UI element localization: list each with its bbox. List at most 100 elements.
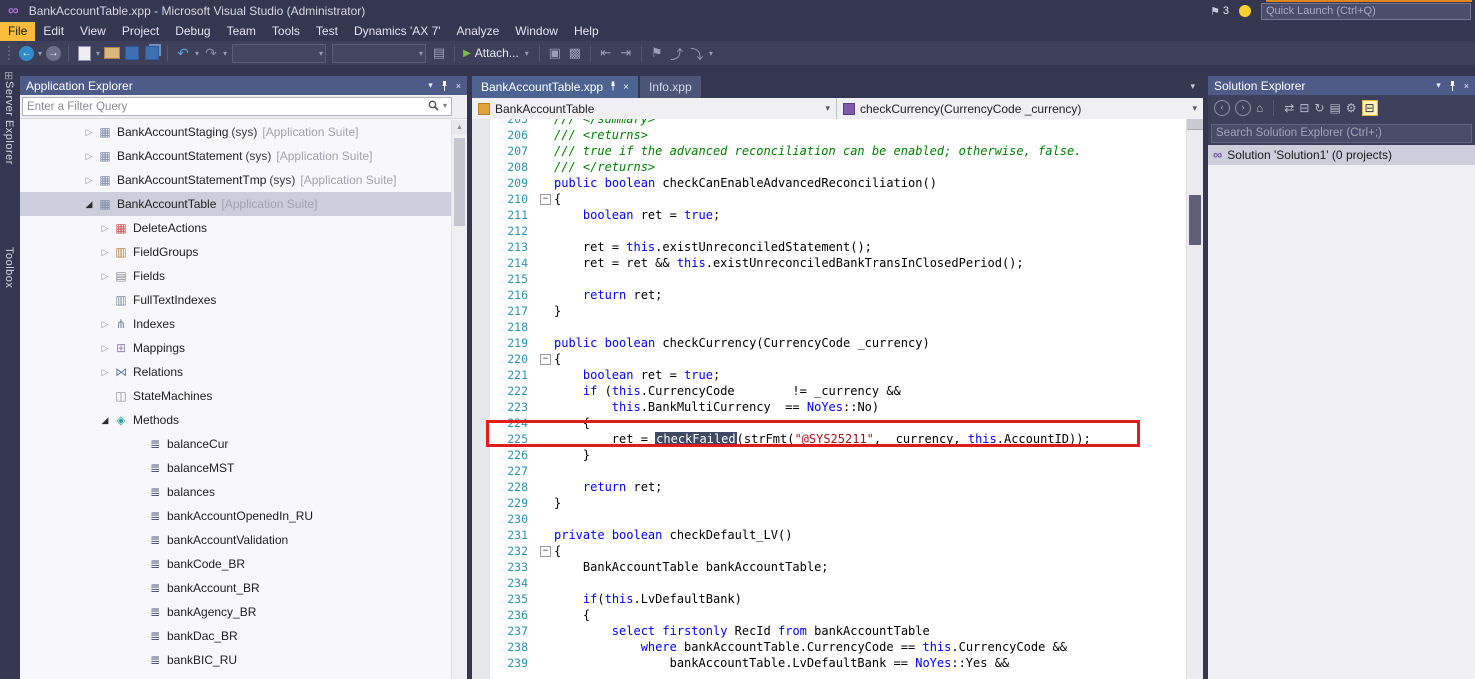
menu-team[interactable]: Team bbox=[219, 22, 264, 41]
tree-item-bankcode-br[interactable]: ≣bankCode_BR bbox=[20, 552, 452, 576]
home-icon[interactable]: ⌂ bbox=[1256, 101, 1263, 115]
fold-collapse-icon[interactable]: − bbox=[537, 191, 554, 207]
expanded-expander-icon[interactable]: ◢ bbox=[82, 199, 96, 210]
code-line-217[interactable]: 217} bbox=[490, 303, 1187, 319]
code-line-208[interactable]: 208/// </returns> bbox=[490, 159, 1187, 175]
tree-item-bankbic-ru[interactable]: ≣bankBIC_RU bbox=[20, 648, 452, 672]
outdent-icon[interactable]: ⇤ bbox=[597, 44, 615, 62]
attach-button[interactable]: ▶ Attach... ▾ bbox=[463, 46, 531, 60]
breakpoint-window-icon[interactable]: ▣ bbox=[546, 44, 564, 62]
code-line-212[interactable]: 212 bbox=[490, 223, 1187, 239]
menu-project[interactable]: Project bbox=[114, 22, 167, 41]
next-bookmark-icon[interactable]: ⤵ bbox=[688, 44, 706, 62]
code-line-219[interactable]: 219public boolean checkCurrency(Currency… bbox=[490, 335, 1187, 351]
code-line-209[interactable]: 209public boolean checkCanEnableAdvanced… bbox=[490, 175, 1187, 191]
tree-item-fieldgroups[interactable]: ▷▥FieldGroups bbox=[20, 240, 452, 264]
preview-selected-items-icon[interactable]: ⊟ bbox=[1362, 100, 1378, 116]
code-line-235[interactable]: 235 if(this.LvDefaultBank) bbox=[490, 591, 1187, 607]
navigate-backward-icon[interactable]: ← bbox=[19, 46, 34, 61]
immediate-window-icon[interactable]: ▩ bbox=[566, 44, 584, 62]
menu-tools[interactable]: Tools bbox=[264, 22, 308, 41]
code-line-232[interactable]: 232−{ bbox=[490, 543, 1187, 559]
window-position-icon[interactable]: ▾ bbox=[428, 80, 433, 91]
close-icon[interactable]: × bbox=[623, 82, 629, 93]
menu-dynamics-ax-7[interactable]: Dynamics 'AX 7' bbox=[346, 22, 449, 41]
debug-target-combo[interactable]: ▾ bbox=[232, 44, 326, 63]
undo-dropdown-icon[interactable]: ▾ bbox=[195, 49, 199, 58]
redo-dropdown-icon[interactable]: ▾ bbox=[223, 49, 227, 58]
pin-icon[interactable] bbox=[609, 80, 617, 94]
tab-info-xpp[interactable]: Info.xpp bbox=[640, 76, 701, 98]
scrollbar-thumb[interactable] bbox=[1189, 195, 1201, 245]
tree-scrollbar[interactable]: ▲ bbox=[451, 120, 467, 679]
navigate-forward-icon[interactable]: → bbox=[46, 46, 61, 61]
solution-search-input[interactable] bbox=[1211, 124, 1472, 143]
collapsed-expander-icon[interactable]: ▷ bbox=[98, 247, 112, 258]
bookmark-icon[interactable]: ⚑ bbox=[648, 44, 666, 62]
editor-scrollbar[interactable] bbox=[1186, 119, 1203, 679]
search-icon[interactable]: ▾ bbox=[428, 100, 449, 111]
collapsed-expander-icon[interactable]: ▷ bbox=[98, 223, 112, 234]
navigate-backward-dropdown-icon[interactable]: ▾ bbox=[38, 49, 42, 58]
code-line-214[interactable]: 214 ret = ret && this.existUnreconciledB… bbox=[490, 255, 1187, 271]
collapsed-expander-icon[interactable]: ▷ bbox=[82, 127, 96, 138]
code-line-226[interactable]: 226 } bbox=[490, 447, 1187, 463]
tree-item-fulltextindexes[interactable]: ▥FullTextIndexes bbox=[20, 288, 452, 312]
collapsed-expander-icon[interactable]: ▷ bbox=[98, 343, 112, 354]
show-all-files-icon[interactable]: ▤ bbox=[1329, 101, 1340, 115]
tree-item-balancemst[interactable]: ≣balanceMST bbox=[20, 456, 452, 480]
close-icon[interactable]: × bbox=[456, 81, 461, 91]
code-line-206[interactable]: 206/// <returns> bbox=[490, 127, 1187, 143]
tree-item-balances[interactable]: ≣balances bbox=[20, 480, 452, 504]
tree-item-statemachines[interactable]: ◫StateMachines bbox=[20, 384, 452, 408]
code-line-205[interactable]: 205/// </summary> bbox=[490, 119, 1187, 127]
tree-item-bankaccounttable[interactable]: ◢▦BankAccountTable[Application Suite] bbox=[20, 192, 452, 216]
code-line-216[interactable]: 216 return ret; bbox=[490, 287, 1187, 303]
tree-item-bankagency-br[interactable]: ≣bankAgency_BR bbox=[20, 600, 452, 624]
tree-item-bankaccountopenedin-ru[interactable]: ≣bankAccountOpenedIn_RU bbox=[20, 504, 452, 528]
collapsed-expander-icon[interactable]: ▷ bbox=[82, 175, 96, 186]
tree-item-bankdac-br[interactable]: ≣bankDac_BR bbox=[20, 624, 452, 648]
tree-item-bankaccountvalidation[interactable]: ≣bankAccountValidation bbox=[20, 528, 452, 552]
expanded-expander-icon[interactable]: ◢ bbox=[98, 415, 112, 426]
collapsed-expander-icon[interactable]: ▷ bbox=[98, 271, 112, 282]
code-line-207[interactable]: 207/// true if the advanced reconciliati… bbox=[490, 143, 1187, 159]
menu-help[interactable]: Help bbox=[566, 22, 607, 41]
code-line-236[interactable]: 236 { bbox=[490, 607, 1187, 623]
undo-icon[interactable]: ↶ bbox=[174, 44, 192, 62]
new-file-dropdown-icon[interactable]: ▾ bbox=[96, 49, 100, 58]
tree-item-bankaccountstatementtmp[interactable]: ▷▦BankAccountStatementTmp(sys)[Applicati… bbox=[20, 168, 452, 192]
code-line-227[interactable]: 227 bbox=[490, 463, 1187, 479]
collapsed-expander-icon[interactable]: ▷ bbox=[98, 319, 112, 330]
fold-collapse-icon[interactable]: − bbox=[537, 543, 554, 559]
quick-launch-input[interactable] bbox=[1261, 3, 1471, 20]
save-all-icon[interactable] bbox=[143, 44, 161, 62]
redo-icon[interactable]: ↷ bbox=[202, 44, 220, 62]
toolbar-grip[interactable] bbox=[8, 46, 13, 60]
breakpoint-margin[interactable] bbox=[472, 119, 490, 679]
tree-item-balancecur[interactable]: ≣balanceCur bbox=[20, 432, 452, 456]
fold-collapse-icon[interactable]: − bbox=[537, 351, 554, 367]
tab-list-dropdown-icon[interactable]: ▾ bbox=[1190, 81, 1195, 92]
sidebar-tab-server-explorer[interactable]: Server Explorer bbox=[3, 81, 15, 165]
new-file-icon[interactable] bbox=[75, 44, 93, 62]
tree-item-bankaccount-br[interactable]: ≣bankAccount_BR bbox=[20, 576, 452, 600]
code-line-210[interactable]: 210−{ bbox=[490, 191, 1187, 207]
toolbar-overflow-icon[interactable]: ▾ bbox=[709, 49, 713, 58]
tree-item-mappings[interactable]: ▷⊞Mappings bbox=[20, 336, 452, 360]
close-icon[interactable]: × bbox=[1464, 81, 1469, 91]
window-position-icon[interactable]: ▾ bbox=[1436, 80, 1441, 91]
pin-icon[interactable] bbox=[1448, 81, 1457, 91]
navigate-back-icon[interactable]: ‹ bbox=[1214, 100, 1230, 116]
code-line-220[interactable]: 220−{ bbox=[490, 351, 1187, 367]
solution-configuration-combo[interactable]: ▾ bbox=[332, 44, 426, 63]
tree-item-relations[interactable]: ▷⋈Relations bbox=[20, 360, 452, 384]
code-line-231[interactable]: 231private boolean checkDefault_LV() bbox=[490, 527, 1187, 543]
attach-dropdown-icon[interactable]: ▾ bbox=[525, 49, 529, 58]
tab-bankaccounttable-xpp[interactable]: BankAccountTable.xpp × bbox=[472, 76, 638, 98]
tree-item-indexes[interactable]: ▷⋔Indexes bbox=[20, 312, 452, 336]
scroll-up-icon[interactable]: ▲ bbox=[452, 120, 467, 135]
properties-icon[interactable]: ⚙ bbox=[1346, 101, 1357, 115]
menu-edit[interactable]: Edit bbox=[35, 22, 72, 41]
code-line-239[interactable]: 239 bankAccountTable.LvDefaultBank == No… bbox=[490, 655, 1187, 671]
